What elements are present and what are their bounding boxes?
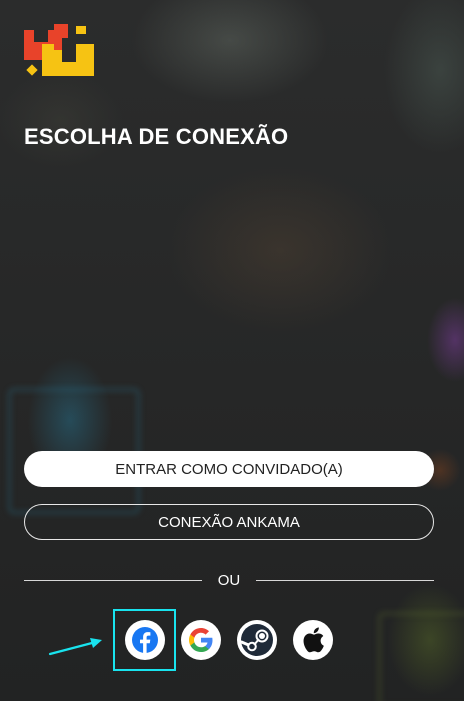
divider-line: [24, 579, 202, 581]
facebook-login-button[interactable]: [125, 620, 165, 660]
guest-login-button[interactable]: ENTRAR COMO CONVIDADO(A): [24, 451, 434, 487]
blurred-background: [0, 0, 464, 701]
steam-icon: [240, 624, 273, 656]
apple-login-button[interactable]: [293, 620, 333, 660]
background-decoration: [378, 612, 464, 701]
ankama-logo: [24, 24, 94, 76]
or-label: OU: [217, 571, 241, 589]
divider-line: [256, 579, 434, 581]
ankama-login-button[interactable]: CONEXÃO ANKAMA: [24, 504, 434, 540]
page-title: ESCOLHA DE CONEXÃO: [24, 124, 289, 149]
steam-login-button[interactable]: [237, 620, 277, 660]
apple-icon: [303, 627, 324, 653]
or-divider: OU: [24, 570, 434, 590]
google-icon: [189, 628, 213, 652]
google-login-button[interactable]: [181, 620, 221, 660]
pointer-arrow-icon: [48, 638, 102, 656]
facebook-icon: [132, 627, 158, 653]
